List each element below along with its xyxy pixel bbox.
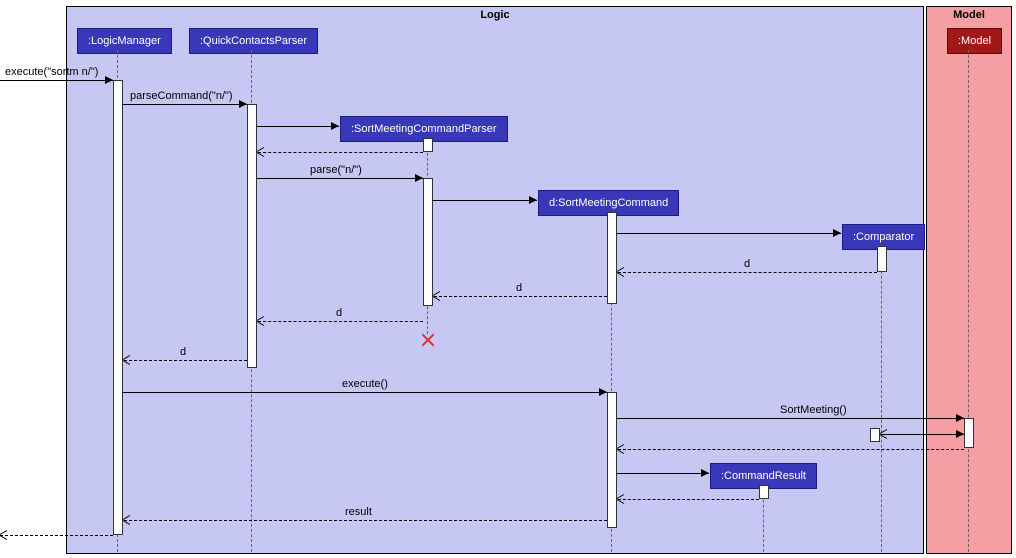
model-internal-arrow-left: [880, 429, 890, 439]
logic-frame-label: Logic: [67, 7, 923, 23]
execute-label: execute(): [342, 378, 388, 390]
create-parser-message: [257, 126, 339, 127]
result-message: [124, 520, 607, 521]
create-parser-return-arrow: [257, 147, 267, 157]
create-command-message: [433, 200, 537, 201]
result-return-arrow: [617, 494, 627, 504]
create-command-arrow: [529, 196, 537, 204]
execute-in-message: [0, 80, 113, 81]
result-return: [618, 499, 759, 500]
logic-manager-activation: [113, 80, 123, 535]
execute-arrow: [599, 388, 607, 396]
comparator-activation: [877, 246, 887, 272]
model-frame: Model: [926, 6, 1012, 554]
d-return-command-arrow: [433, 291, 443, 301]
model-participant: :Model: [947, 28, 1002, 54]
sequence-diagram: Logic Model :LogicManager :QuickContacts…: [0, 0, 1016, 558]
model-return: [618, 449, 964, 450]
d-return-logic-label: d: [180, 346, 186, 358]
sort-meeting-command-activation-2: [607, 392, 617, 528]
parse-command-label: parseCommand("n/"): [130, 90, 233, 102]
create-parser-arrow: [331, 122, 339, 130]
model-activation: [964, 418, 974, 448]
final-return-arrow: [0, 530, 10, 540]
result-arrow: [123, 515, 133, 525]
quick-contacts-parser-participant: :QuickContactsParser: [189, 28, 318, 54]
execute-in-label: execute("sortm n/"): [5, 66, 98, 78]
sort-meeting-command-activation-1: [607, 212, 617, 304]
model-internal-message: [880, 434, 964, 435]
quick-contacts-parser-activation: [247, 104, 257, 368]
model-return-arrow: [617, 444, 627, 454]
d-return-comparator-arrow: [617, 267, 627, 277]
parser-destroy-icon: [420, 332, 436, 348]
final-return: [0, 535, 113, 536]
model-frame-label: Model: [927, 7, 1011, 23]
model-internal-arrow-right: [956, 430, 964, 438]
model-lifeline: [968, 50, 969, 552]
create-comparator-arrow: [833, 229, 841, 237]
parse-arrow: [415, 174, 423, 182]
sort-meeting-command-parser-activation-1: [423, 138, 433, 152]
d-return-logic: [124, 360, 247, 361]
create-parser-return: [258, 152, 423, 153]
d-return-parser-label: d: [336, 307, 342, 319]
comparator-lifeline: [881, 246, 882, 552]
d-return-command-label: d: [516, 282, 522, 294]
execute-in-arrow: [105, 76, 113, 84]
sort-meeting-arrow: [956, 414, 964, 422]
d-return-comparator-label: d: [744, 258, 750, 270]
command-result-activation: [759, 485, 769, 499]
d-return-parser-arrow: [257, 316, 267, 326]
parse-command-arrow: [239, 100, 247, 108]
create-comparator-message: [617, 233, 841, 234]
sort-meeting-command-parser-activation-2: [423, 178, 433, 306]
logic-manager-participant: :LogicManager: [77, 28, 172, 54]
parse-command-message: [123, 104, 247, 105]
sort-meeting-message: [617, 418, 964, 419]
d-return-logic-arrow: [123, 355, 133, 365]
create-result-message: [617, 473, 709, 474]
d-return-comparator: [618, 272, 877, 273]
d-return-command: [434, 296, 607, 297]
model-stub-activation: [870, 428, 880, 442]
parse-label: parse("n/"): [310, 164, 362, 176]
result-label: result: [345, 506, 372, 518]
execute-message: [123, 392, 607, 393]
sort-meeting-label: SortMeeting(): [780, 404, 847, 416]
create-result-arrow: [701, 469, 709, 477]
d-return-parser: [258, 321, 423, 322]
parse-message: [257, 178, 423, 179]
